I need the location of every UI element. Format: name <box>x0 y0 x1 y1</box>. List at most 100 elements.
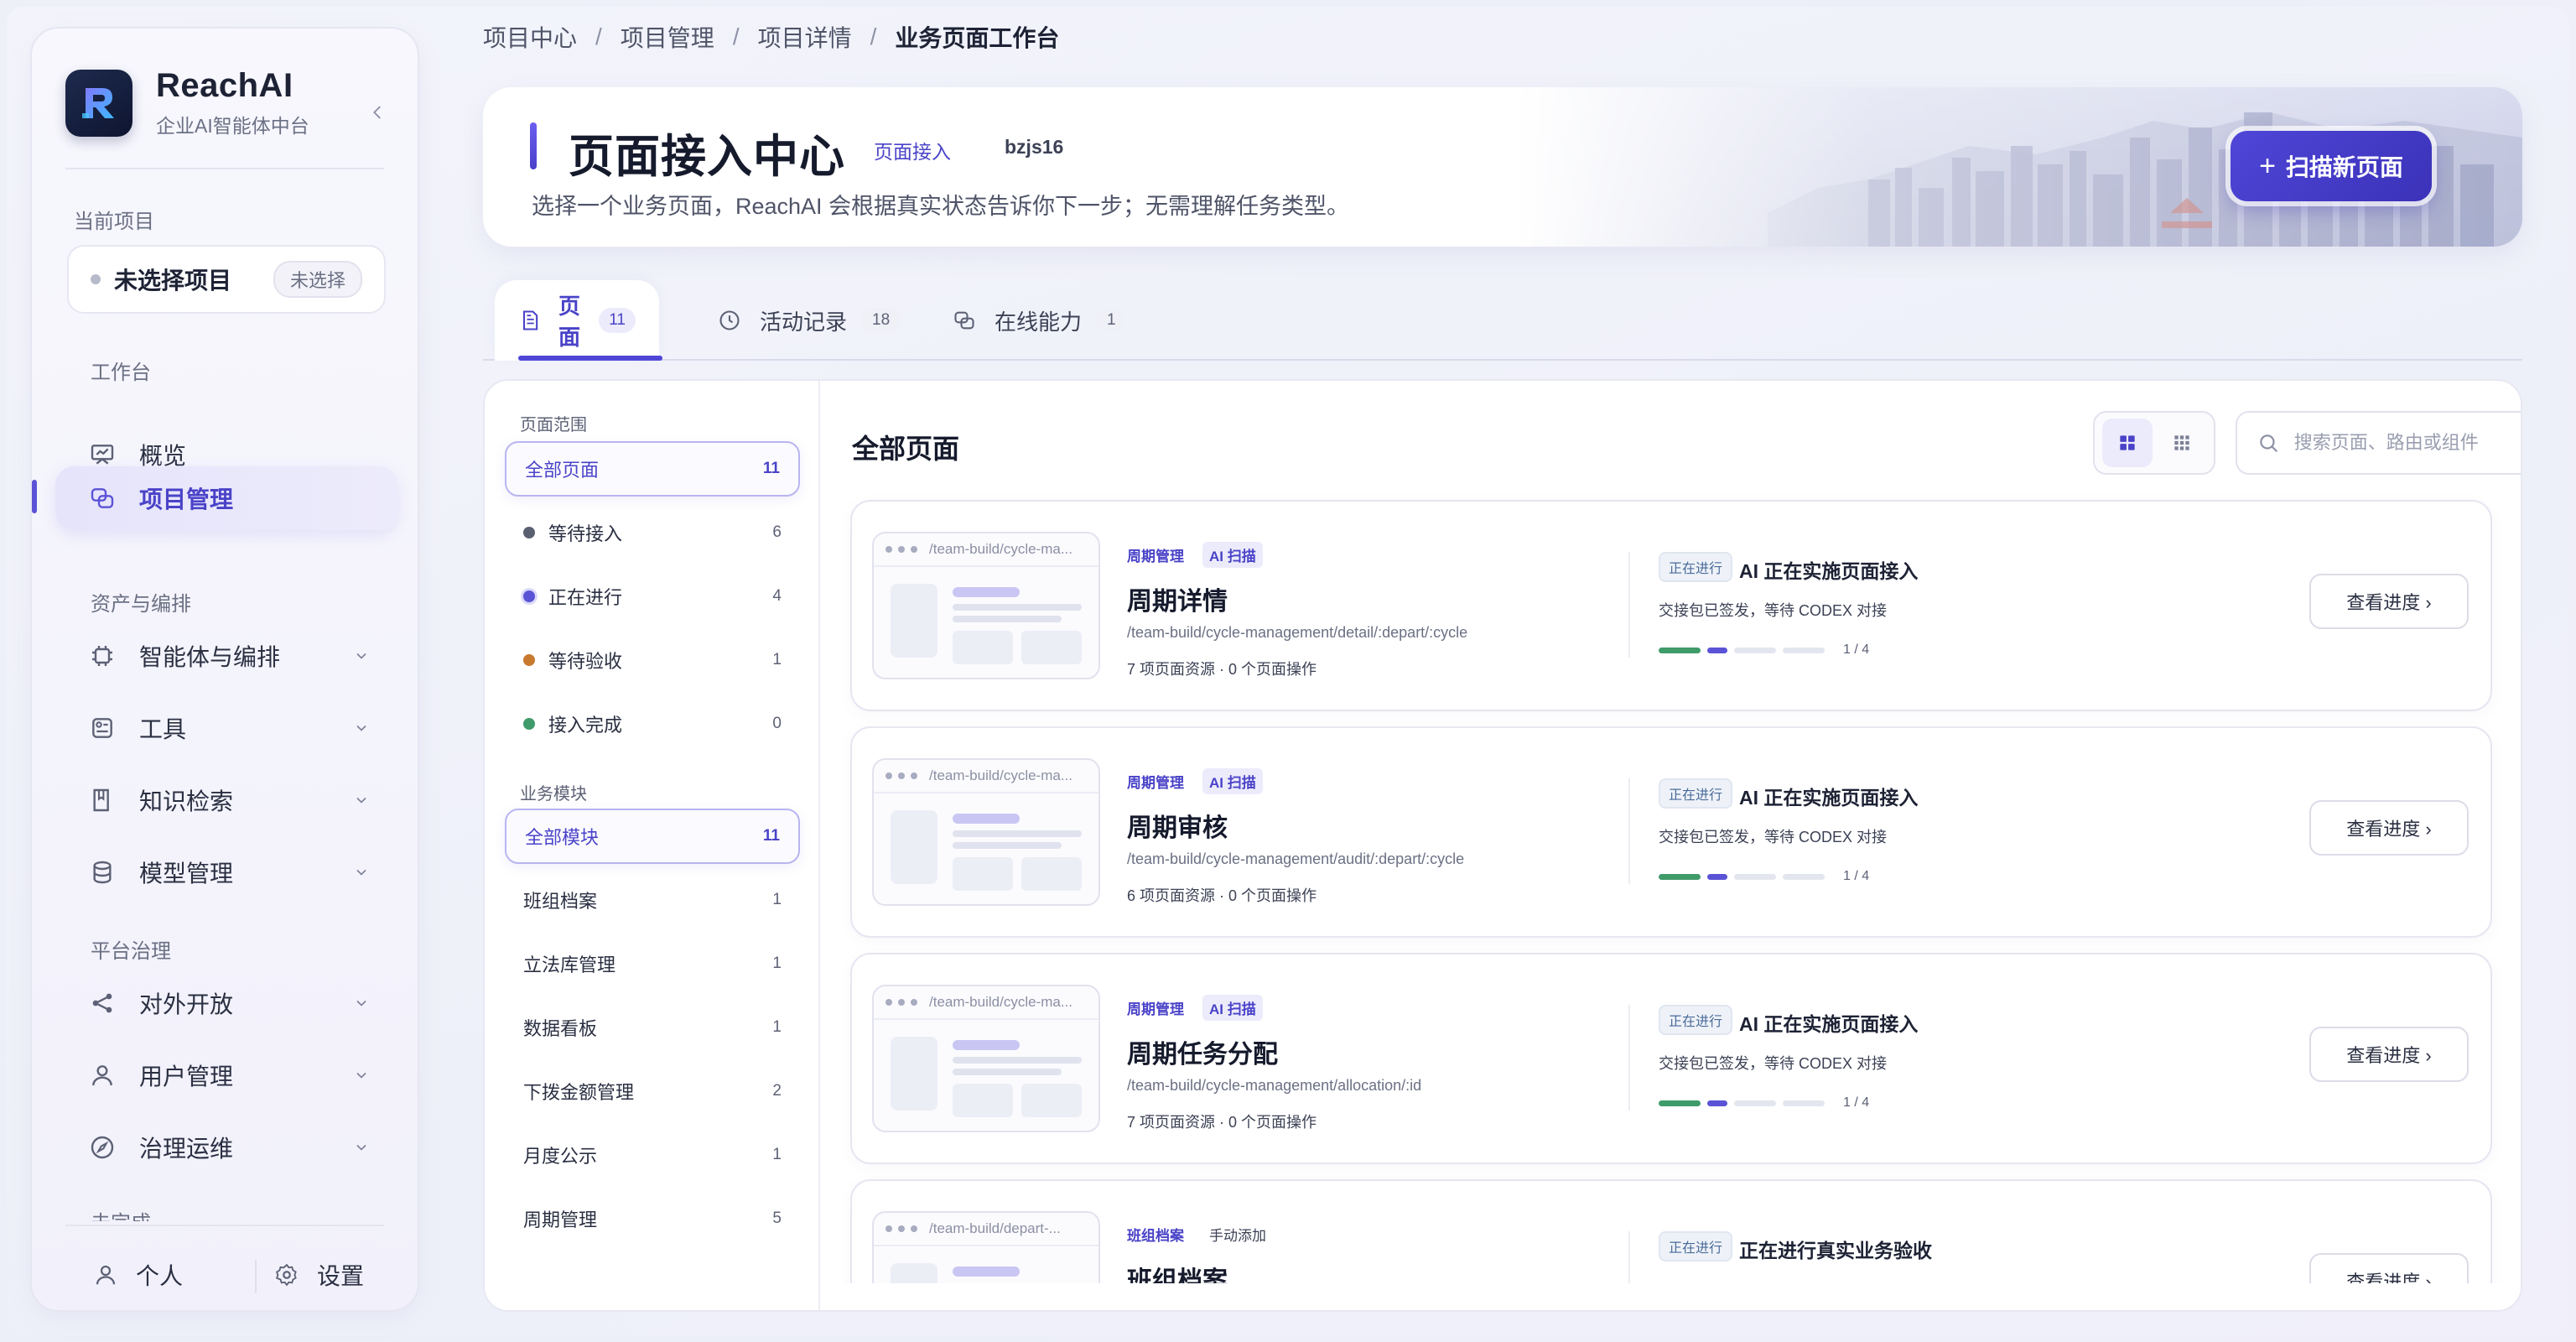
filter-all-pages[interactable]: 全部页面 11 <box>505 441 800 497</box>
nav-item-project-management[interactable]: 项目管理 <box>55 466 397 530</box>
nav-label: 模型管理 <box>139 861 234 887</box>
status-dot <box>523 527 535 538</box>
tab-online-capabilities[interactable]: 在线能力 1 <box>951 280 1126 361</box>
nav-label: 用户管理 <box>139 1064 234 1090</box>
project-status-dot <box>91 274 101 284</box>
breadcrumb-current: 业务页面工作台 <box>895 25 1060 51</box>
tab-label: 活动记录 <box>760 309 848 335</box>
breadcrumb-item[interactable]: 项目详情 <box>758 20 852 54</box>
database-icon <box>86 856 119 889</box>
filter-all-modules[interactable]: 全部模块 11 <box>505 809 800 864</box>
filter-label: 等待接入 <box>548 523 623 544</box>
filter-label: 正在进行 <box>548 587 623 608</box>
reachai-logo-icon <box>65 69 132 137</box>
section-workbench: 工作台 <box>91 362 151 384</box>
filter-count: 5 <box>772 1209 782 1227</box>
section-assets: 资产与编排 <box>91 593 191 616</box>
divider <box>255 1260 257 1293</box>
breadcrumb-item[interactable]: 项目中心 <box>483 20 577 54</box>
filter-waiting-acceptance[interactable]: 等待验收 1 <box>505 632 800 688</box>
source-tag: 手动添加 <box>1209 1228 1266 1244</box>
document-icon <box>518 307 542 334</box>
current-project-label: 当前项目 <box>74 211 154 233</box>
tab-activity[interactable]: 活动记录 18 <box>716 280 901 361</box>
sidebar: ReachAI 企业AI智能体中台 当前项目 未选择项目 未选择 工作台 概览 … <box>30 27 419 1312</box>
chevron-down-icon <box>349 991 374 1016</box>
settings-button[interactable]: 设置 <box>272 1258 364 1292</box>
scan-new-page-button[interactable]: + 扫描新页面 <box>2231 131 2432 201</box>
nav-label: 知识检索 <box>139 788 234 814</box>
nav-label: 对外开放 <box>139 991 234 1017</box>
nav-item-agents[interactable]: 智能体与编排 <box>55 624 397 688</box>
active-indicator <box>32 480 37 513</box>
module-tag: 班组档案 <box>1127 1228 1184 1244</box>
filter-module[interactable]: 班组档案 1 <box>505 872 800 928</box>
tab-count: 11 <box>599 308 636 333</box>
divider <box>65 168 384 169</box>
nav-item-tools[interactable]: 工具 <box>55 696 397 760</box>
filter-module[interactable]: 周期管理 5 <box>505 1191 800 1246</box>
view-progress-button[interactable]: 查看进度 › <box>2309 1253 2469 1283</box>
nav-item-knowledge[interactable]: 知识检索 <box>55 768 397 832</box>
section-governance: 平台治理 <box>91 940 171 963</box>
tab-active-indicator <box>518 356 662 361</box>
filter-completed[interactable]: 接入完成 0 <box>505 696 800 752</box>
project-icon <box>86 481 119 515</box>
user-icon <box>91 1260 121 1290</box>
filter-count: 4 <box>772 587 782 605</box>
collapse-sidebar-button[interactable] <box>361 96 394 129</box>
filter-label: 全部模块 <box>525 827 600 848</box>
nav-item-models[interactable]: 模型管理 <box>55 840 397 904</box>
profile-label: 个人 <box>136 1263 184 1289</box>
tab-pages[interactable]: 页面 11 <box>495 280 659 361</box>
chevron-down-icon <box>349 715 374 741</box>
list-viewport: /team-build/depart-... 班组档案 手动添加 班组档案 正在… <box>820 381 2521 1283</box>
breadcrumb-item[interactable]: 项目管理 <box>621 20 714 54</box>
filter-module[interactable]: 数据看板 1 <box>505 1000 800 1055</box>
nav-item-open-api[interactable]: 对外开放 <box>55 971 397 1035</box>
settings-label: 设置 <box>317 1263 365 1289</box>
chevron-down-icon <box>349 860 374 885</box>
filter-count: 1 <box>772 891 782 908</box>
chevron-down-icon <box>349 643 374 668</box>
filter-waiting-access[interactable]: 等待接入 6 <box>505 505 800 560</box>
scan-button-label: 扫描新页面 <box>2285 154 2403 180</box>
share-icon <box>86 986 119 1020</box>
divider <box>65 1225 384 1226</box>
nav-label: 智能体与编排 <box>139 644 281 670</box>
profile-button[interactable]: 个人 <box>91 1258 183 1292</box>
filter-module[interactable]: 月度公示 1 <box>505 1127 800 1183</box>
compass-icon <box>86 1131 119 1164</box>
brand[interactable]: ReachAI 企业AI智能体中台 <box>65 67 309 138</box>
chip-icon <box>86 639 119 673</box>
project-code: bzjs16 <box>1005 136 1064 158</box>
title-accent-bar <box>530 122 537 169</box>
filter-count: 1 <box>772 1018 782 1036</box>
project-badge: 未选择 <box>273 261 362 298</box>
filter-count: 0 <box>772 715 782 732</box>
thumbnail-path: /team-build/depart-... <box>929 1220 1061 1236</box>
user-icon <box>86 1059 119 1092</box>
gear-icon <box>272 1260 302 1290</box>
link-icon <box>951 307 978 334</box>
nav-item-operations[interactable]: 治理运维 <box>55 1116 397 1179</box>
filter-in-progress[interactable]: 正在进行 4 <box>505 569 800 624</box>
filter-label: 接入完成 <box>548 715 623 736</box>
status-dot <box>523 590 535 602</box>
clock-icon <box>716 307 743 334</box>
project-selector[interactable]: 未选择项目 未选择 <box>67 245 386 314</box>
status-title: 正在进行真实业务验收 <box>1739 1240 1932 1261</box>
page-thumbnail: /team-build/depart-... <box>872 1211 1100 1283</box>
page-title: 班组档案 <box>1127 1267 1228 1283</box>
filter-module[interactable]: 立法库管理 1 <box>505 936 800 991</box>
page-description: 选择一个业务页面，ReachAI 会根据真实状态告诉你下一步；无需理解任务类型。 <box>532 194 1350 219</box>
filter-label: 数据看板 <box>523 1018 598 1039</box>
nav-label: 工具 <box>139 716 187 742</box>
page-card[interactable]: /team-build/depart-... 班组档案 手动添加 班组档案 正在… <box>850 1179 2492 1283</box>
book-icon <box>86 783 119 817</box>
nav-item-users[interactable]: 用户管理 <box>55 1043 397 1107</box>
filter-count: 2 <box>772 1082 782 1100</box>
breadcrumb: 项目中心 / 项目管理 / 项目详情 / 业务页面工作台 <box>483 20 1059 54</box>
plus-icon: + <box>2259 149 2276 182</box>
filter-module[interactable]: 下拨金额管理 2 <box>505 1064 800 1119</box>
